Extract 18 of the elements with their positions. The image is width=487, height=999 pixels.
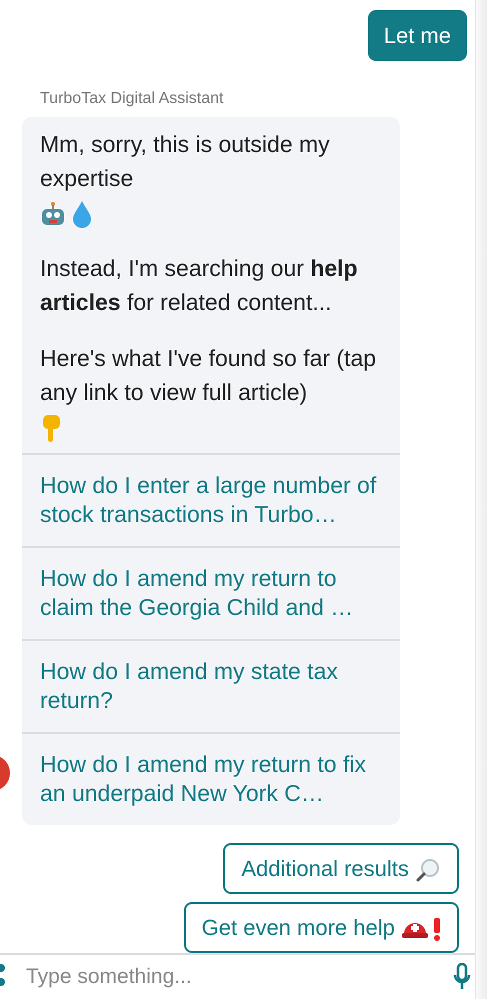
microphone-icon[interactable] xyxy=(453,963,471,991)
article-link[interactable]: How do I amend my return to claim the Georgia Child and … xyxy=(22,546,400,639)
user-message-bubble[interactable]: Let me xyxy=(368,10,467,61)
message-text: Mm, sorry, this is outside my expertise xyxy=(40,130,331,193)
avatar-icon xyxy=(0,755,10,791)
quick-reply-button[interactable]: Additional results xyxy=(223,843,459,894)
article-link[interactable]: How do I amend my state tax return? xyxy=(22,639,400,732)
magnifier-icon xyxy=(415,857,441,884)
article-link[interactable]: How do I enter a large number of stock transactions in Turbo… xyxy=(22,453,400,546)
sender-name: TurboTax Digital Assistant xyxy=(40,89,224,109)
quick-reply-button[interactable]: Get even more help xyxy=(184,902,459,953)
droplet-icon xyxy=(72,200,92,228)
robot-icon xyxy=(40,200,66,227)
article-link[interactable]: How do I amend my return to fix an underpaid New York C… xyxy=(22,732,400,825)
message-text: Here's what I've found so far (tap any link to view full article) xyxy=(40,345,376,405)
message-text: Instead, I'm searching our help articles for related content... xyxy=(40,255,358,315)
message-input[interactable]: Type something... xyxy=(24,960,453,994)
exclamation-icon xyxy=(433,917,441,942)
